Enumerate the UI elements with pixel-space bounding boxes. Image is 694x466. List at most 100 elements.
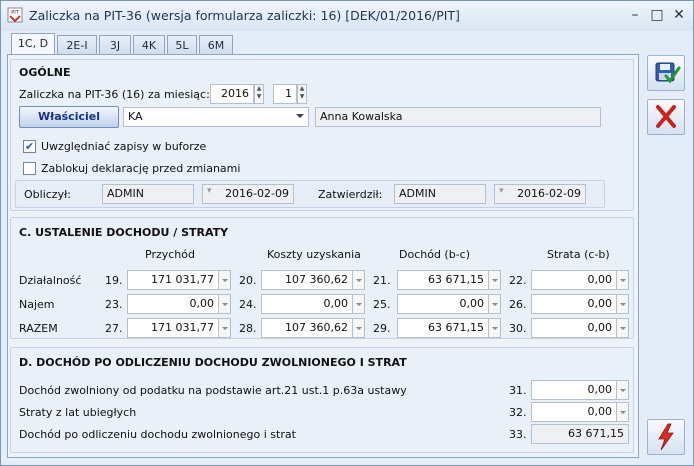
field-32[interactable]: 0,00 [531, 402, 617, 422]
field-num-32: 32. [509, 406, 527, 419]
tab-2ei[interactable]: 2E-I [57, 35, 97, 55]
close-button[interactable]: ✕ [671, 7, 687, 23]
calculate-button[interactable] [647, 419, 685, 455]
zatwierdzil-date: ▾ 2016-02-09 [494, 184, 586, 204]
field-num-31: 31. [509, 384, 527, 397]
field-33: 63 671,15 [531, 424, 629, 444]
section-c-title: C. USTALENIE DOCHODU / STRATY [19, 226, 229, 239]
owner-button[interactable]: Właściciel [19, 106, 119, 128]
month-field[interactable]: 1 [273, 84, 297, 104]
field-26[interactable]: 0,00 [531, 294, 617, 314]
title-bar: PIT Zaliczka na PIT-36 (wersja formularz… [1, 1, 693, 31]
field-20[interactable]: 107 360,62 [261, 270, 353, 290]
row-label-najem: Najem [19, 298, 55, 311]
obliczyl-user: ADMIN [102, 184, 194, 204]
header-dochod: Dochód (b-c) [399, 248, 471, 261]
field-num-30: 30. [509, 322, 527, 335]
buffer-checkbox-label: Uwzględniać zapisy w buforze [41, 140, 207, 153]
year-spinner[interactable]: ▲ ▼ [254, 84, 264, 104]
group-section-c: C. USTALENIE DOCHODU / STRATY Przychód K… [10, 217, 634, 339]
tab-4k[interactable]: 4K [133, 35, 165, 55]
owner-name-field: Anna Kowalska [315, 107, 601, 127]
row-label-razem: RAZEM [19, 322, 58, 335]
zatwierdzil-user: ADMIN [394, 184, 486, 204]
field-25[interactable]: 0,00 [397, 294, 489, 314]
field-27[interactable]: 171 031,77 [127, 318, 219, 338]
form-content: OGÓLNE Zaliczka na PIT-36 (16) za miesią… [7, 54, 639, 458]
date-dropdown-icon: ▾ [499, 186, 504, 196]
chevron-down-icon [296, 114, 304, 118]
obliczyl-date: ▾ 2016-02-09 [202, 184, 294, 204]
field-num-29: 29. [373, 322, 391, 335]
group-ogolne-title: OGÓLNE [19, 66, 71, 79]
minimize-button[interactable]: – [627, 7, 643, 23]
field-num-20: 20. [239, 274, 257, 287]
field-19[interactable]: 171 031,77 [127, 270, 219, 290]
field-22[interactable]: 0,00 [531, 270, 617, 290]
owner-select[interactable]: KA [123, 107, 309, 127]
field-num-26: 26. [509, 298, 527, 311]
spinner-26[interactable] [617, 294, 629, 314]
spinner-22[interactable] [617, 270, 629, 290]
month-spinner[interactable]: ▲ ▼ [297, 84, 307, 104]
spinner-31[interactable] [617, 380, 629, 400]
field-24[interactable]: 0,00 [261, 294, 353, 314]
lock-checkbox-label: Zablokuj deklarację przed zmianami [41, 162, 241, 175]
window-title: Zaliczka na PIT-36 (wersja formularza za… [29, 8, 460, 23]
field-21[interactable]: 63 671,15 [397, 270, 489, 290]
tab-6m[interactable]: 6M [199, 35, 233, 55]
month-label: Zaliczka na PIT-36 (16) za miesiąc: [19, 88, 210, 101]
spinner-24[interactable] [353, 294, 365, 314]
field-num-22: 22. [509, 274, 527, 287]
field-num-19: 19. [105, 274, 123, 287]
calc-info-box: Obliczył: ADMIN ▾ 2016-02-09 Zatwierdził… [15, 180, 605, 208]
window: PIT Zaliczka na PIT-36 (wersja formularz… [0, 0, 694, 466]
spinner-32[interactable] [617, 402, 629, 422]
spinner-25[interactable] [489, 294, 501, 314]
field-num-23: 23. [105, 298, 123, 311]
field-num-33: 33. [509, 428, 527, 441]
field-28[interactable]: 107 360,62 [261, 318, 353, 338]
lightning-icon [658, 423, 674, 451]
field-num-24: 24. [239, 298, 257, 311]
field-29[interactable]: 63 671,15 [397, 318, 489, 338]
field-num-21: 21. [373, 274, 391, 287]
field-23[interactable]: 0,00 [127, 294, 219, 314]
spinner-30[interactable] [617, 318, 629, 338]
spinner-29[interactable] [489, 318, 501, 338]
maximize-button[interactable]: □ [649, 7, 665, 23]
spinner-23[interactable] [219, 294, 231, 314]
header-strata: Strata (c-b) [547, 248, 610, 261]
field-30[interactable]: 0,00 [531, 318, 617, 338]
field-31[interactable]: 0,00 [531, 380, 617, 400]
header-przychod: Przychód [145, 248, 195, 261]
lock-checkbox[interactable] [23, 162, 36, 175]
owner-code: KA [128, 110, 143, 123]
spinner-27[interactable] [219, 318, 231, 338]
date-dropdown-icon: ▾ [207, 186, 212, 196]
tab-3j[interactable]: 3J [99, 35, 131, 55]
save-icon [655, 62, 681, 84]
spinner-28[interactable] [353, 318, 365, 338]
header-koszty: Koszty uzyskania [267, 248, 361, 261]
obliczyl-label: Obliczył: [24, 188, 71, 201]
cancel-icon [656, 105, 676, 128]
buffer-checkbox[interactable]: ✔ [23, 140, 36, 153]
save-button[interactable] [647, 55, 685, 91]
spinner-21[interactable] [489, 270, 501, 290]
section-d-title: D. DOCHÓD PO ODLICZENIU DOCHODU ZWOLNION… [19, 356, 407, 369]
tab-1cd[interactable]: 1C, D [11, 33, 55, 56]
field-num-28: 28. [239, 322, 257, 335]
row-label-32: Straty z lat ubiegłych [19, 406, 137, 419]
spinner-19[interactable] [219, 270, 231, 290]
app-icon-text: PIT [11, 10, 19, 16]
row-label-33: Dochód po odliczeniu dochodu zwolnionego… [19, 428, 296, 441]
tab-5l[interactable]: 5L [167, 35, 197, 55]
cancel-button[interactable] [647, 99, 685, 135]
row-label-dzialalnosc: Działalność [19, 274, 82, 287]
app-icon: PIT [7, 7, 23, 23]
row-label-31: Dochód zwolniony od podatku na podstawie… [19, 384, 407, 397]
group-section-d: D. DOCHÓD PO ODLICZENIU DOCHODU ZWOLNION… [10, 347, 634, 453]
spinner-20[interactable] [353, 270, 365, 290]
year-field[interactable]: 2016 [210, 84, 254, 104]
